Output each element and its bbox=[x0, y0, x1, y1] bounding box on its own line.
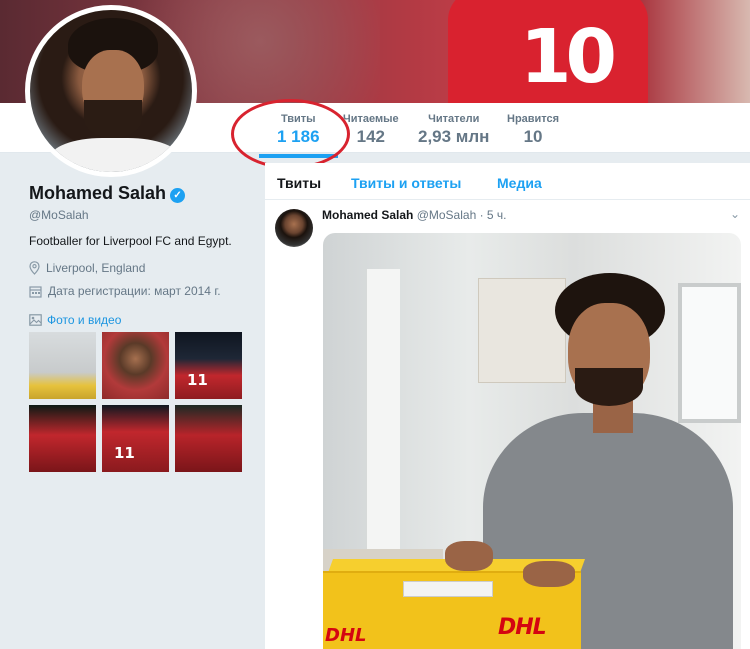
photo-person-hand bbox=[523, 561, 575, 587]
thumbnail-jersey-number: 11 bbox=[114, 444, 135, 462]
tab-tweets[interactable]: Твиты bbox=[277, 175, 321, 191]
stat-followers-label: Читатели bbox=[428, 113, 480, 125]
timeline: Твиты Твиты и ответы Медиа Mohamed Salah… bbox=[265, 163, 750, 649]
joined-text: Дата регистрации: март 2014 г. bbox=[48, 284, 221, 298]
timeline-tabs: Твиты Твиты и ответы Медиа bbox=[265, 163, 750, 200]
media-thumbnail[interactable] bbox=[29, 405, 96, 472]
tweet-avatar[interactable] bbox=[275, 209, 313, 247]
profile-name[interactable]: Mohamed Salah ✓ bbox=[29, 183, 186, 204]
tab-tweets-and-replies[interactable]: Твиты и ответы bbox=[351, 175, 461, 191]
profile-location: Liverpool, England bbox=[29, 261, 145, 275]
tweet-photo[interactable]: DHL DHL bbox=[323, 233, 741, 649]
stat-following[interactable]: Читаемые 142 bbox=[343, 113, 399, 147]
tweet-author-handle[interactable]: @MoSalah bbox=[417, 208, 477, 222]
location-pin-icon bbox=[29, 261, 40, 275]
tweet-timestamp[interactable]: · 5 ч. bbox=[480, 208, 507, 222]
dhl-logo: DHL bbox=[325, 625, 367, 646]
media-thumbnail[interactable]: 11 bbox=[175, 332, 242, 399]
photo-box-label bbox=[403, 581, 493, 597]
stat-following-label: Читаемые bbox=[343, 113, 399, 125]
calendar-icon bbox=[29, 285, 42, 298]
avatar-shirt bbox=[50, 138, 180, 172]
photo-window bbox=[678, 283, 741, 423]
stat-followers[interactable]: Читатели 2,93 млн bbox=[418, 113, 489, 147]
profile-name-text[interactable]: Mohamed Salah bbox=[29, 183, 166, 203]
media-thumbnail[interactable]: 11 bbox=[102, 405, 169, 472]
photos-videos-label[interactable]: Фото и видео bbox=[47, 313, 121, 327]
tweet-author-name[interactable]: Mohamed Salah bbox=[322, 208, 413, 222]
dhl-logo: DHL bbox=[498, 615, 547, 640]
thumbnail-jersey-number: 11 bbox=[187, 371, 208, 389]
profile-bio: Footballer for Liverpool FC and Egypt. bbox=[29, 234, 232, 248]
photo-icon bbox=[29, 314, 42, 326]
photo-person-beard bbox=[575, 368, 643, 406]
tab-media[interactable]: Медиа bbox=[497, 175, 542, 191]
tweet-header: Mohamed Salah @MoSalah · 5 ч. bbox=[322, 208, 507, 222]
profile-avatar[interactable] bbox=[25, 5, 197, 177]
stat-following-value: 142 bbox=[356, 127, 385, 146]
stat-likes[interactable]: Нравится 10 bbox=[507, 113, 559, 147]
banner-jersey-number: 10 bbox=[520, 14, 617, 100]
photo-wall-board bbox=[478, 278, 566, 383]
media-thumbnail[interactable] bbox=[175, 405, 242, 472]
tweet-menu-chevron-down-icon[interactable]: ⌄ bbox=[730, 207, 740, 221]
stat-likes-label: Нравится bbox=[507, 113, 560, 125]
photo-door bbox=[366, 269, 400, 549]
avatar-beard bbox=[84, 100, 142, 138]
profile-handle[interactable]: @MoSalah bbox=[29, 208, 89, 222]
photos-videos-link[interactable]: Фото и видео bbox=[29, 313, 121, 327]
highlight-circle-annotation bbox=[231, 99, 350, 169]
media-thumbnail[interactable] bbox=[29, 332, 96, 399]
photo-person-hand bbox=[445, 541, 493, 571]
media-thumbnail[interactable] bbox=[102, 332, 169, 399]
location-text: Liverpool, England bbox=[46, 261, 146, 275]
stat-followers-value: 2,93 млн bbox=[418, 127, 490, 146]
stat-likes-value: 10 bbox=[523, 127, 543, 146]
profile-joined: Дата регистрации: март 2014 г. bbox=[29, 284, 221, 298]
verified-badge-icon: ✓ bbox=[170, 188, 186, 203]
